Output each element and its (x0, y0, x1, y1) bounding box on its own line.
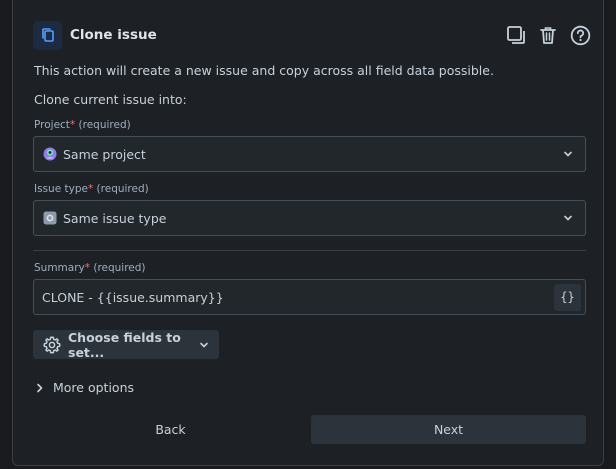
issue-type-label: Issue type* (required) (34, 183, 149, 195)
required-marker: * (69, 119, 76, 131)
clone-issue-icon (33, 20, 62, 50)
clone-into-label: Clone current issue into: (34, 92, 187, 107)
clone-issue-panel: Clone issue This action will create a ne… (12, 0, 604, 466)
issue-type-select[interactable]: Same issue type (33, 200, 586, 236)
required-marker: * (84, 262, 90, 274)
summary-input[interactable]: CLONE - {{issue.summary}} {} (33, 279, 586, 315)
project-value: Same project (63, 146, 146, 162)
gear-icon (43, 335, 61, 354)
chevron-down-icon (199, 339, 209, 351)
choose-fields-label: Choose fields to set... (68, 329, 181, 360)
action-description: This action will create a new issue and … (34, 63, 494, 78)
summary-label: Summary* (required) (34, 262, 146, 274)
trash-icon[interactable] (537, 24, 559, 46)
section-divider (33, 250, 586, 251)
page-title: Clone issue (70, 27, 157, 43)
chevron-down-icon (561, 211, 575, 225)
project-avatar-icon (42, 147, 57, 162)
panel-header: Clone issue (33, 20, 591, 50)
project-select[interactable]: Same project (33, 136, 586, 172)
back-button[interactable]: Back (33, 415, 308, 444)
duplicate-icon[interactable] (505, 24, 527, 46)
required-marker: * (87, 183, 94, 195)
summary-value: CLONE - {{issue.summary}} (42, 289, 224, 305)
more-options-toggle[interactable]: More options (35, 380, 134, 395)
help-icon[interactable] (569, 24, 591, 46)
smart-value-button[interactable]: {} (554, 283, 581, 311)
issue-type-icon (42, 211, 57, 226)
project-label: Project* (required) (34, 119, 131, 131)
next-button[interactable]: Next (311, 415, 586, 444)
more-options-label: More options (53, 380, 134, 395)
issue-type-value: Same issue type (63, 210, 167, 226)
chevron-right-icon (35, 383, 45, 393)
choose-fields-button[interactable]: Choose fields to set... (33, 329, 219, 360)
chevron-down-icon (561, 147, 575, 161)
